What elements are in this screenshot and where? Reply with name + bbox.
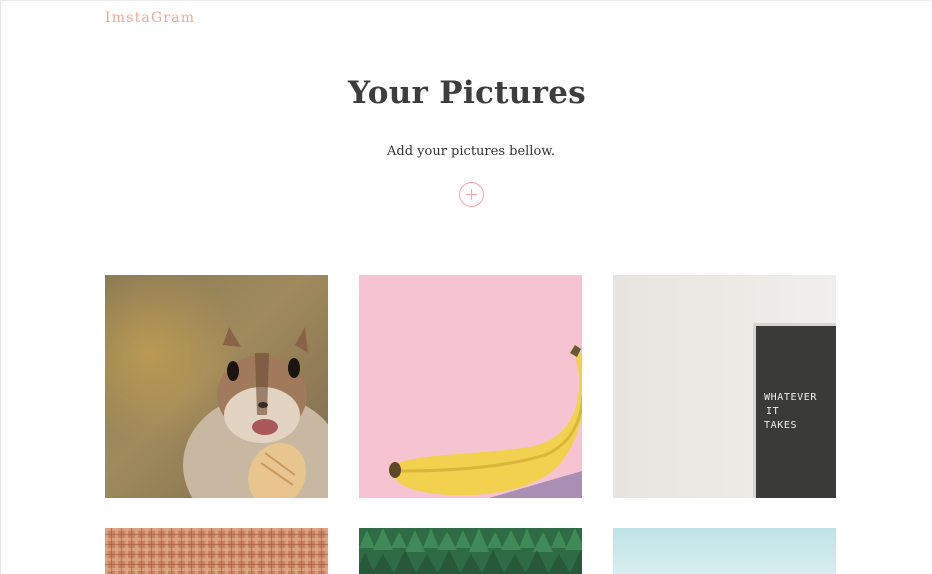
board-line-3: TAKES	[764, 420, 797, 431]
board-line-2: IT	[766, 406, 779, 417]
logo-link[interactable]: ImstaGram	[105, 10, 195, 26]
plaid-image	[105, 528, 328, 574]
gallery-photo-chipmunk[interactable]	[105, 275, 328, 498]
gallery-photo-letter-board[interactable]: WHATEVER IT TAKES	[613, 275, 836, 498]
gallery-photo-forest[interactable]	[359, 528, 582, 574]
board-line-1: WHATEVER	[764, 392, 817, 403]
gallery-photo-plaid[interactable]	[105, 528, 328, 574]
forest-image	[359, 528, 582, 574]
page-title: Your Pictures	[347, 75, 586, 111]
chipmunk-image	[105, 275, 328, 498]
gallery-photo-sky[interactable]	[613, 528, 836, 574]
banana-image	[359, 275, 582, 498]
gallery-photo-banana[interactable]	[359, 275, 582, 498]
page-subtitle: Add your pictures bellow.	[387, 144, 555, 159]
sky-image	[613, 528, 836, 574]
add-picture-button[interactable]	[459, 182, 484, 207]
